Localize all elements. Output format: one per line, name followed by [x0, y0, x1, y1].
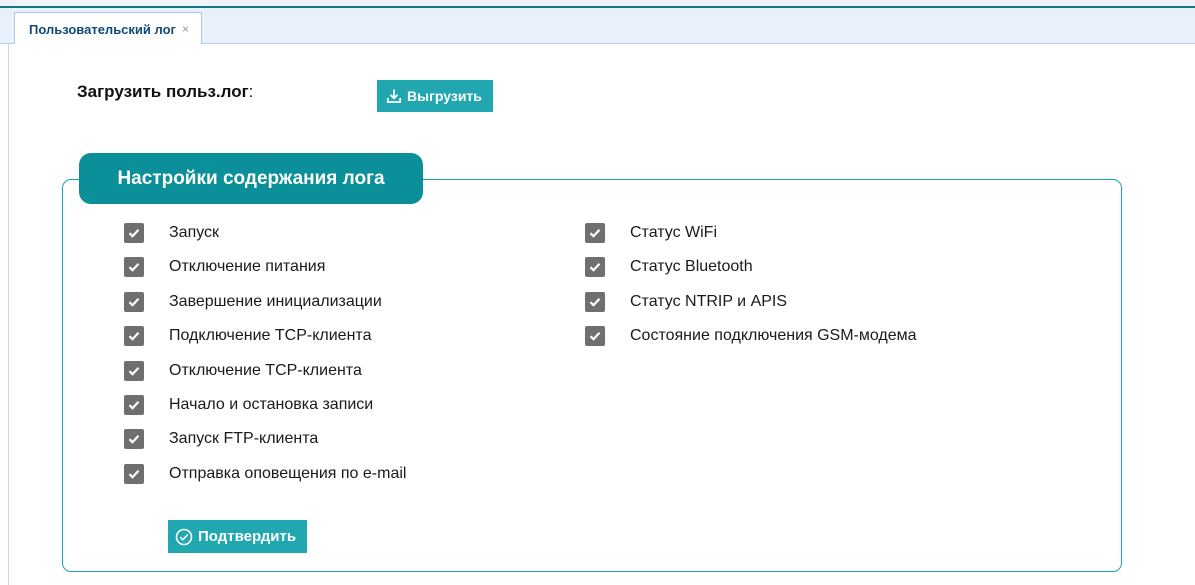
checkbox[interactable]: [585, 223, 605, 243]
checkbox-label: Отключение питания: [169, 258, 326, 276]
checkbox-row[interactable]: Начало и остановка записи: [124, 394, 373, 416]
checkbox-label: Отправка оповещения по e-mail: [169, 464, 407, 482]
upload-colon: :: [248, 82, 254, 101]
checkmark-icon: [589, 297, 601, 307]
checkbox-label: Статус NTRIP и APIS: [630, 292, 788, 310]
export-button[interactable]: Выгрузить: [377, 80, 493, 112]
checkbox-label: Подключение TCP-клиента: [169, 327, 372, 345]
download-icon: [386, 89, 402, 103]
confirm-button[interactable]: Подтвердить: [168, 520, 308, 553]
checkbox-row[interactable]: Отключение питания: [124, 256, 325, 278]
confirm-button-label: Подтвердить: [198, 528, 297, 545]
checkmark-icon: [128, 297, 140, 307]
checkbox-row[interactable]: Завершение инициализации: [124, 291, 382, 313]
checkbox[interactable]: [124, 463, 144, 484]
checkbox[interactable]: [124, 223, 144, 243]
checkbox-row[interactable]: Запуск: [124, 222, 219, 244]
checkbox-label: Запуск FTP-клиента: [169, 430, 319, 448]
checkmark-icon: [128, 263, 140, 273]
checkbox[interactable]: [124, 291, 144, 312]
checkbox-row[interactable]: Отправка оповещения по e-mail: [124, 463, 406, 485]
checkmark-icon: [128, 229, 140, 238]
checkmark-icon: [128, 366, 140, 376]
tab-label: Пользовательский лог: [29, 21, 176, 37]
checkbox[interactable]: [124, 360, 144, 381]
checkmark-icon: [589, 263, 601, 273]
checkmark-icon: [128, 435, 140, 445]
checkbox-label: Статус WiFi: [630, 224, 718, 241]
upload-row: Загрузить польз.лог:: [77, 82, 253, 102]
checkbox[interactable]: [124, 257, 144, 278]
checkbox-row[interactable]: Состояние подключения GSM-модема: [585, 325, 917, 347]
checkbox[interactable]: [124, 326, 144, 347]
checkbox[interactable]: [585, 257, 605, 278]
checkbox-label: Состояние подключения GSM-модема: [630, 327, 917, 345]
log-settings-legend: Настройки содержания лога: [79, 153, 423, 204]
check-circle-icon: [175, 528, 193, 545]
checkbox[interactable]: [124, 429, 144, 450]
checkbox-row[interactable]: Статус Bluetooth: [585, 256, 753, 278]
checkbox-label: Отключение TCP-клиента: [169, 361, 362, 379]
checkbox-row[interactable]: Отключение TCP-клиента: [124, 360, 362, 382]
checkmark-icon: [589, 332, 601, 341]
checkmark-icon: [128, 332, 140, 341]
checkbox-label: Статус Bluetooth: [630, 258, 753, 276]
upload-label: Загрузить польз.лог: [77, 82, 249, 101]
checkbox[interactable]: [124, 395, 144, 415]
checkmark-icon: [589, 229, 601, 238]
checkbox-row[interactable]: Запуск FTP-клиента: [124, 428, 318, 450]
checkbox[interactable]: [585, 326, 605, 347]
checkbox-row[interactable]: Подключение TCP-клиента: [124, 325, 371, 347]
checkmark-icon: [128, 401, 140, 410]
checkmark-icon: [128, 469, 140, 479]
tab-user-log[interactable]: Пользовательский лог ×: [14, 12, 202, 45]
checkbox[interactable]: [585, 291, 605, 312]
export-button-label: Выгрузить: [407, 88, 482, 104]
checkbox-row[interactable]: Статус WiFi: [585, 222, 717, 244]
checkbox-label: Завершение инициализации: [169, 292, 382, 310]
close-icon[interactable]: ×: [182, 22, 189, 36]
checkbox-row[interactable]: Статус NTRIP и APIS: [585, 291, 787, 313]
checkbox-label: Начало и остановка записи: [169, 396, 374, 413]
checkbox-label: Запуск: [169, 224, 220, 241]
